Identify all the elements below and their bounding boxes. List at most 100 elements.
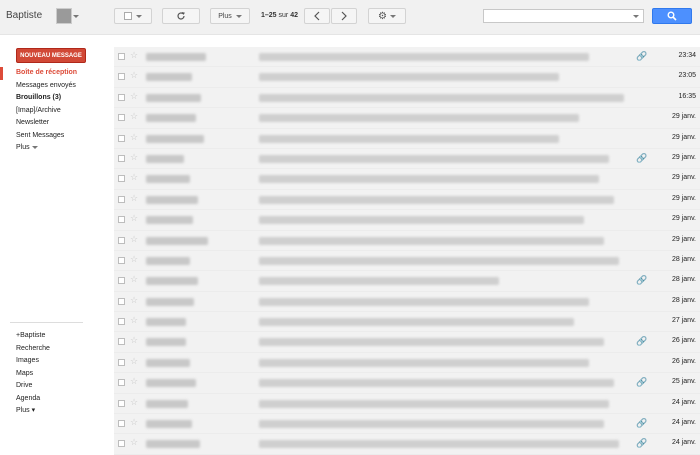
email-subject-redacted (259, 318, 574, 327)
star-icon[interactable]: ☆ (130, 132, 138, 143)
star-icon[interactable]: ☆ (130, 335, 138, 346)
email-row[interactable]: ☆ 28 janv. (114, 291, 700, 313)
email-row[interactable]: ☆ 🔗 23:34 (114, 47, 700, 68)
row-checkbox[interactable] (118, 93, 125, 101)
email-row[interactable]: ☆ 29 janv. (114, 128, 700, 149)
row-checkbox[interactable] (118, 379, 125, 387)
star-icon[interactable]: ☆ (130, 213, 138, 224)
compose-button[interactable]: NOUVEAU MESSAGE (16, 48, 86, 63)
row-checkbox[interactable] (118, 338, 125, 346)
pager-of: sur (278, 12, 289, 19)
star-icon[interactable]: ☆ (130, 172, 138, 183)
star-icon[interactable]: ☆ (130, 376, 138, 387)
nav-item-sent[interactable]: Messages envoyés (0, 80, 110, 93)
email-row[interactable]: ☆ 26 janv. (114, 352, 700, 374)
nav-item-newsletter[interactable]: Newsletter (0, 117, 110, 130)
email-date: 29 janv. (672, 194, 696, 202)
account-caret-icon[interactable] (73, 15, 79, 18)
star-icon[interactable]: ☆ (130, 70, 138, 81)
star-icon[interactable]: ☆ (130, 50, 138, 61)
email-row[interactable]: ☆ 29 janv. (114, 169, 700, 190)
more-actions-button[interactable]: Plus (210, 8, 250, 24)
email-row[interactable]: ☆ 🔗 26 janv. (114, 332, 700, 353)
row-checkbox[interactable] (118, 440, 125, 448)
avatar[interactable] (56, 8, 72, 24)
row-checkbox[interactable] (118, 73, 125, 81)
email-date: 24 janv. (672, 439, 696, 447)
app-link-drive[interactable]: Drive (0, 380, 110, 393)
next-page-button[interactable] (331, 8, 357, 24)
star-icon[interactable]: ☆ (130, 397, 138, 408)
nav-item-archive[interactable]: [Imap]/Archive (0, 105, 110, 118)
previous-page-button[interactable] (304, 8, 330, 24)
row-checkbox[interactable] (118, 318, 125, 326)
star-icon[interactable]: ☆ (130, 356, 138, 367)
account-name[interactable]: Baptiste (6, 10, 42, 21)
search-options-caret-icon[interactable] (633, 15, 639, 18)
row-checkbox[interactable] (118, 256, 125, 264)
app-link-plus-baptiste[interactable]: +Baptiste (0, 330, 110, 343)
star-icon[interactable]: ☆ (130, 254, 138, 265)
row-checkbox[interactable] (118, 53, 125, 60)
nav-item-inbox[interactable]: Boîte de réception (0, 67, 110, 80)
row-checkbox[interactable] (118, 114, 125, 122)
star-icon[interactable]: ☆ (130, 152, 138, 163)
email-sender-redacted (146, 93, 201, 102)
app-link-calendar[interactable]: Agenda (0, 393, 110, 406)
nav-item-drafts[interactable]: Brouillons (3) (0, 92, 110, 105)
email-row[interactable]: ☆ 16:35 (114, 87, 700, 109)
email-subject-redacted (259, 379, 614, 388)
search-button[interactable] (652, 8, 692, 24)
app-link-images[interactable]: Images (0, 355, 110, 368)
row-checkbox[interactable] (118, 175, 125, 183)
email-row[interactable]: ☆ 🔗 24 janv. (114, 434, 700, 455)
star-icon[interactable]: ☆ (130, 234, 138, 245)
email-row[interactable]: ☆ 27 janv. (114, 312, 700, 333)
app-link-more[interactable]: Plus ▾ (0, 405, 110, 418)
search-input[interactable] (483, 9, 644, 23)
nav-item-sent-messages[interactable]: Sent Messages (0, 130, 110, 143)
email-row[interactable]: ☆ 29 janv. (114, 108, 700, 129)
star-icon[interactable]: ☆ (130, 193, 138, 204)
star-icon[interactable]: ☆ (130, 91, 138, 102)
star-icon[interactable]: ☆ (130, 315, 138, 326)
row-checkbox[interactable] (118, 154, 125, 162)
star-icon[interactable]: ☆ (130, 111, 138, 122)
row-checkbox[interactable] (118, 399, 125, 407)
star-icon[interactable]: ☆ (130, 295, 138, 306)
email-row[interactable]: ☆ 🔗 24 janv. (114, 414, 700, 435)
row-checkbox[interactable] (118, 134, 125, 142)
app-link-search[interactable]: Recherche (0, 343, 110, 356)
row-checkbox[interactable] (118, 297, 125, 305)
row-checkbox[interactable] (118, 358, 125, 366)
email-date: 28 janv. (672, 255, 696, 263)
row-checkbox[interactable] (118, 420, 125, 428)
attachment-icon: 🔗 (636, 336, 648, 347)
row-checkbox[interactable] (118, 277, 125, 285)
row-checkbox[interactable] (118, 195, 125, 203)
email-row[interactable]: ☆ 29 janv. (114, 210, 700, 231)
email-date: 24 janv. (672, 419, 696, 427)
star-icon[interactable]: ☆ (130, 417, 138, 428)
email-row[interactable]: ☆ 28 janv. (114, 250, 700, 272)
settings-button[interactable]: ⚙ (368, 8, 406, 24)
email-list: ☆ 🔗 23:34 ☆ 23:05 ☆ 16:35 ☆ 29 janv. ☆ 29 janv. ☆ 🔗 2… (114, 47, 700, 455)
select-all-button[interactable] (114, 8, 152, 24)
row-checkbox[interactable] (118, 236, 125, 244)
attachment-icon: 🔗 (636, 51, 648, 61)
email-row[interactable]: ☆ 🔗 28 janv. (114, 271, 700, 292)
email-row[interactable]: ☆ 23:05 (114, 67, 700, 88)
email-row[interactable]: ☆ 29 janv. (114, 230, 700, 251)
email-row[interactable]: ☆ 🔗 29 janv. (114, 148, 700, 170)
email-row[interactable]: ☆ 29 janv. (114, 189, 700, 211)
email-row[interactable]: ☆ 24 janv. (114, 393, 700, 415)
email-sender-redacted (146, 256, 190, 265)
star-icon[interactable]: ☆ (130, 274, 138, 285)
refresh-button[interactable] (162, 8, 200, 24)
email-row[interactable]: ☆ 🔗 25 janv. (114, 373, 700, 394)
nav-item-more[interactable]: Plus (0, 142, 110, 155)
app-link-maps[interactable]: Maps (0, 368, 110, 381)
chevron-down-icon (136, 14, 142, 18)
star-icon[interactable]: ☆ (130, 437, 138, 448)
row-checkbox[interactable] (118, 216, 125, 224)
